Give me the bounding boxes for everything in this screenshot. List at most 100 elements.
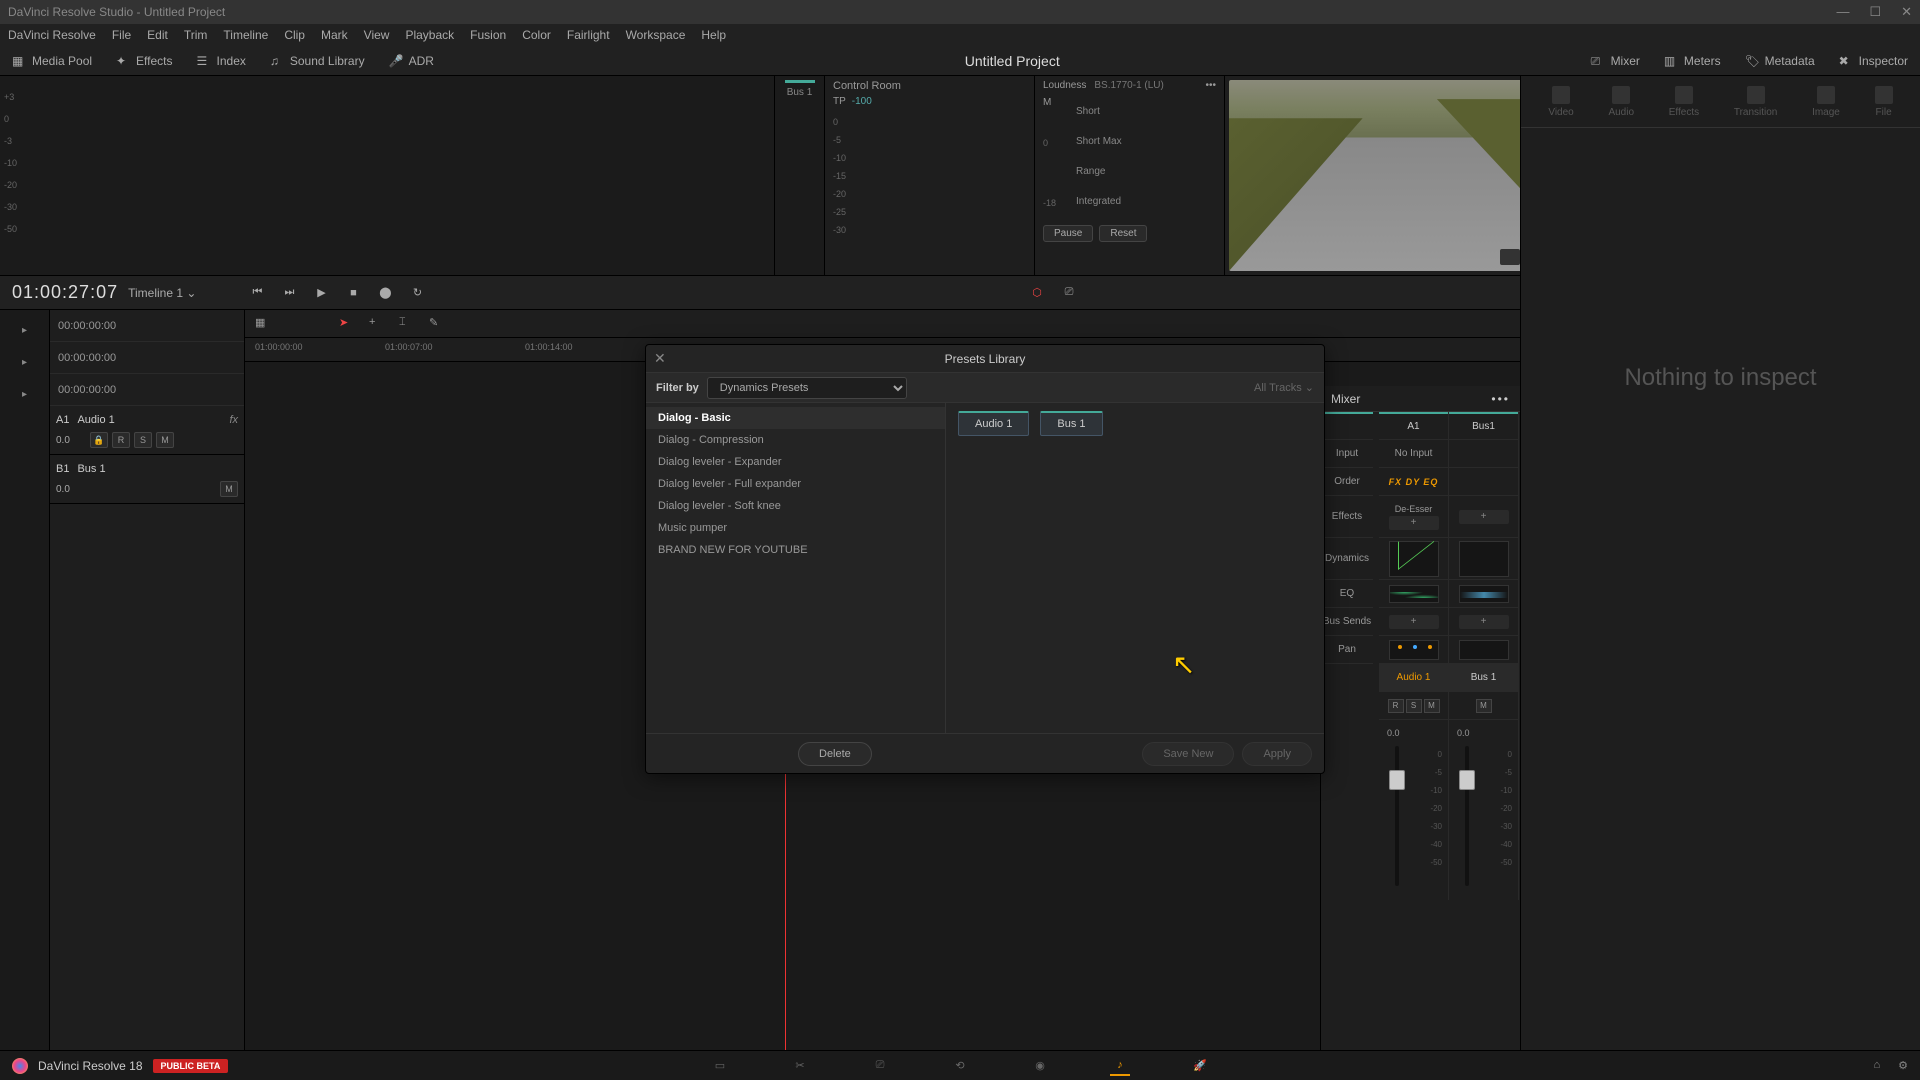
lock-icon[interactable]: 🔒 xyxy=(90,432,108,448)
all-tracks-dropdown[interactable]: All Tracks ⌄ xyxy=(1254,381,1314,394)
preset-item[interactable]: Dialog leveler - Full expander xyxy=(646,473,945,495)
mute-button[interactable]: M xyxy=(1424,699,1440,713)
preset-item[interactable]: BRAND NEW FOR YOUTUBE xyxy=(646,539,945,561)
fairlight-page-button[interactable]: ♪ xyxy=(1110,1056,1130,1076)
input-selector[interactable]: No Input xyxy=(1379,440,1448,468)
gear-icon[interactable]: ⚙ xyxy=(1898,1059,1908,1072)
edit-page-button[interactable]: ⎚ xyxy=(870,1056,890,1076)
next-button[interactable]: ⏭ xyxy=(278,282,300,304)
adr-button[interactable]: 🎤ADR xyxy=(377,54,446,68)
metadata-button[interactable]: 🏷Metadata xyxy=(1733,54,1827,68)
tc-in[interactable]: 00:00:00:00 xyxy=(50,310,244,342)
dynamics-graph[interactable] xyxy=(1459,541,1509,577)
menu-item[interactable]: Edit xyxy=(147,28,168,42)
tab-file[interactable]: File xyxy=(1875,86,1893,118)
marker-tool[interactable]: + xyxy=(369,316,385,332)
sound-library-button[interactable]: ♫Sound Library xyxy=(258,54,377,68)
fader[interactable]: 0.0 0-5-10-20-30-40-50 xyxy=(1379,720,1448,900)
dynamics-graph[interactable] xyxy=(1389,541,1439,577)
add-send-button[interactable]: + xyxy=(1389,615,1439,629)
pencil-tool[interactable]: ✎ xyxy=(429,316,445,332)
prev-button[interactable]: ⏮ xyxy=(246,282,268,304)
mute-button[interactable]: M xyxy=(156,432,174,448)
track-header-b1[interactable]: B1Bus 1 0.0 M xyxy=(50,455,244,504)
apply-button[interactable]: Apply xyxy=(1242,742,1312,766)
maximize-icon[interactable]: ☐ xyxy=(1869,4,1881,20)
menu-item[interactable]: Playback xyxy=(405,28,454,42)
tab-audio[interactable]: Audio xyxy=(1608,86,1634,118)
pointer-tool[interactable]: ➤ xyxy=(339,316,355,332)
eq-graph[interactable] xyxy=(1389,585,1439,603)
solo-button[interactable]: S xyxy=(1406,699,1422,713)
timecode-display[interactable]: 01:00:27:07 xyxy=(12,282,118,303)
menu-item[interactable]: File xyxy=(112,28,131,42)
pan-control[interactable] xyxy=(1389,640,1439,660)
pan-control[interactable] xyxy=(1459,640,1509,660)
media-page-button[interactable]: ▭ xyxy=(710,1056,730,1076)
deliver-page-button[interactable]: 🚀 xyxy=(1190,1056,1210,1076)
fader[interactable]: 0.0 0-5-10-20-30-40-50 xyxy=(1449,720,1518,900)
menu-item[interactable]: Workspace xyxy=(626,28,686,42)
record-arm-button[interactable]: R xyxy=(1388,699,1404,713)
play-out-icon[interactable]: ▸ xyxy=(22,357,27,368)
menu-item[interactable]: Trim xyxy=(184,28,208,42)
close-icon[interactable]: ✕ xyxy=(1901,4,1912,20)
tab-effects[interactable]: Effects xyxy=(1669,86,1699,118)
index-button[interactable]: ☰Index xyxy=(185,54,258,68)
solo-button[interactable]: S xyxy=(134,432,152,448)
tab-transition[interactable]: Transition xyxy=(1734,86,1778,118)
track-header-a1[interactable]: A1Audio 1fx 0.0 🔒 R S M xyxy=(50,406,244,455)
layout-icon[interactable]: ▦ xyxy=(255,316,271,332)
pause-button[interactable]: Pause xyxy=(1043,225,1093,242)
effects-button[interactable]: ✦Effects xyxy=(104,54,184,68)
save-new-button[interactable]: Save New xyxy=(1142,742,1234,766)
track-chip[interactable]: Bus 1 xyxy=(1040,411,1102,436)
fusion-page-button[interactable]: ⟲ xyxy=(950,1056,970,1076)
reset-button[interactable]: Reset xyxy=(1099,225,1147,242)
meters-button[interactable]: ▥Meters xyxy=(1652,54,1733,68)
menu-item[interactable]: Color xyxy=(522,28,551,42)
expand-icon[interactable] xyxy=(1500,249,1520,265)
tc-out[interactable]: 00:00:00:00 xyxy=(50,342,244,374)
color-page-button[interactable]: ◉ xyxy=(1030,1056,1050,1076)
menu-item[interactable]: Mark xyxy=(321,28,348,42)
record-arm-button[interactable]: R xyxy=(112,432,130,448)
mute-button[interactable]: M xyxy=(1476,699,1492,713)
tc-dur[interactable]: 00:00:00:00 xyxy=(50,374,244,406)
media-pool-button[interactable]: ▦Media Pool xyxy=(0,54,104,68)
record-button[interactable]: ⬤ xyxy=(374,282,396,304)
duration-icon[interactable]: ▸ xyxy=(22,389,27,400)
automation-icon[interactable]: ⬡ xyxy=(1026,282,1048,304)
minimize-icon[interactable]: — xyxy=(1836,4,1849,20)
cut-page-button[interactable]: ✂ xyxy=(790,1056,810,1076)
preset-item[interactable]: Music pumper xyxy=(646,517,945,539)
delete-button[interactable]: Delete xyxy=(798,742,872,766)
stop-button[interactable]: ■ xyxy=(342,282,364,304)
menu-item[interactable]: Fusion xyxy=(470,28,506,42)
mute-button[interactable]: M xyxy=(220,481,238,497)
play-button[interactable]: ▶ xyxy=(310,282,332,304)
menu-item[interactable]: Fairlight xyxy=(567,28,610,42)
menu-item[interactable]: Timeline xyxy=(223,28,268,42)
timeline-selector[interactable]: Timeline 1 ⌄ xyxy=(128,286,196,300)
add-effect-button[interactable]: + xyxy=(1459,510,1509,524)
menu-item[interactable]: View xyxy=(364,28,390,42)
menu-item[interactable]: Help xyxy=(701,28,726,42)
more-icon[interactable]: ••• xyxy=(1491,392,1510,406)
menu-item[interactable]: Clip xyxy=(284,28,305,42)
tab-image[interactable]: Image xyxy=(1812,86,1840,118)
settings-icon[interactable]: ⎚ xyxy=(1058,282,1080,304)
play-in-icon[interactable]: ▸ xyxy=(22,325,27,336)
loop-button[interactable]: ↻ xyxy=(406,282,428,304)
inspector-button[interactable]: ✖Inspector xyxy=(1827,54,1920,68)
video-viewer[interactable] xyxy=(1229,80,1526,271)
add-send-button[interactable]: + xyxy=(1459,615,1509,629)
input-selector[interactable] xyxy=(1449,440,1518,468)
tab-video[interactable]: Video xyxy=(1548,86,1573,118)
home-icon[interactable]: ⌂ xyxy=(1873,1059,1880,1072)
preset-item[interactable]: Dialog leveler - Expander xyxy=(646,451,945,473)
eq-graph[interactable] xyxy=(1459,585,1509,603)
preset-item[interactable]: Dialog - Basic xyxy=(646,407,945,429)
menu-item[interactable]: DaVinci Resolve xyxy=(8,28,96,42)
preset-item[interactable]: Dialog leveler - Soft knee xyxy=(646,495,945,517)
